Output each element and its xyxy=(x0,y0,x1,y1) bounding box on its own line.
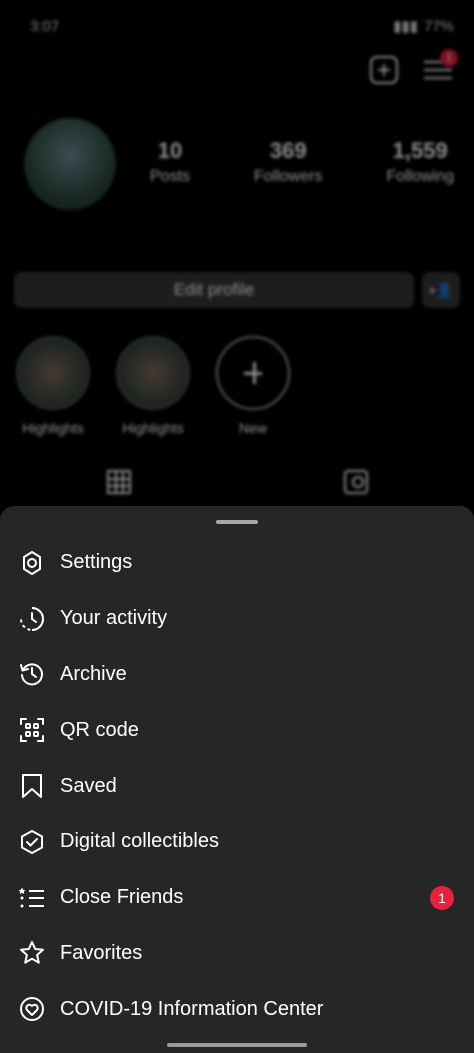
status-bar: 3:07 ▮▮▮ 77% xyxy=(30,14,454,38)
new-highlight-button[interactable]: New xyxy=(214,336,292,436)
stat-followers[interactable]: 369 Followers xyxy=(254,138,322,186)
plus-icon xyxy=(216,336,290,410)
menu-notification-badge: 1 xyxy=(440,49,458,67)
highlight-label: Highlights xyxy=(122,420,184,436)
system-nav-handle[interactable] xyxy=(167,1043,307,1047)
heart-circle-icon xyxy=(18,995,46,1023)
menu-icon[interactable]: 1 xyxy=(424,49,458,81)
highlight-cover xyxy=(16,336,90,410)
bookmark-icon xyxy=(18,772,46,800)
menu-item-label: Digital collectibles xyxy=(60,830,219,853)
menu-item-label: QR code xyxy=(60,718,139,741)
activity-icon xyxy=(18,605,46,633)
menu-item-label: Archive xyxy=(60,662,127,685)
menu-item-digital-collectibles[interactable]: Digital collectibles xyxy=(0,814,474,870)
profile-background: 3:07 ▮▮▮ 77% 1 10 Posts 369 Followers 1,… xyxy=(0,0,474,520)
bottom-sheet: Settings Your activity Archive QR code S… xyxy=(0,506,474,1053)
sheet-handle[interactable] xyxy=(216,520,258,524)
highlight-item[interactable]: Highlights xyxy=(114,336,192,436)
menu-item-settings[interactable]: Settings xyxy=(0,535,474,591)
status-time: 3:07 xyxy=(30,17,60,35)
menu-item-label: Saved xyxy=(60,774,117,797)
menu-item-label: Favorites xyxy=(60,941,143,964)
new-highlight-label: New xyxy=(238,420,267,436)
menu-item-favorites[interactable]: Favorites xyxy=(0,926,474,982)
menu-item-saved[interactable]: Saved xyxy=(0,758,474,814)
highlight-cover xyxy=(116,336,190,410)
menu-item-label: Close Friends xyxy=(60,886,184,909)
grid-icon[interactable] xyxy=(106,470,131,494)
avatar[interactable] xyxy=(24,118,116,210)
following-count: 1,559 xyxy=(392,138,448,163)
shield-check-icon xyxy=(18,828,46,856)
add-person-icon[interactable]: +👤 xyxy=(422,272,460,308)
menu-item-label: Your activity xyxy=(60,607,168,630)
stat-following[interactable]: 1,559 Following xyxy=(386,138,454,186)
highlight-item[interactable]: Highlights xyxy=(14,336,92,436)
list-stars-icon xyxy=(18,884,46,912)
menu-item-qr-code[interactable]: QR code xyxy=(0,702,474,758)
tagged-icon[interactable] xyxy=(343,470,368,494)
battery-level: 77% xyxy=(423,17,454,35)
qr-code-icon xyxy=(18,716,46,744)
edit-profile-button[interactable]: Edit profile xyxy=(14,272,414,308)
menu-item-close-friends[interactable]: Close Friends 1 xyxy=(0,870,474,926)
signal-icon: ▮▮▮ xyxy=(393,18,418,35)
highlight-label: Highlights xyxy=(22,420,84,436)
menu-item-covid-info[interactable]: COVID-19 Information Center xyxy=(0,981,474,1037)
menu-list: Settings Your activity Archive QR code S… xyxy=(0,535,474,1037)
create-post-icon[interactable] xyxy=(370,56,398,84)
menu-item-label: COVID-19 Information Center xyxy=(60,997,324,1020)
menu-item-your-activity[interactable]: Your activity xyxy=(0,591,474,647)
posts-count: 10 xyxy=(157,138,183,163)
followers-count: 369 xyxy=(269,138,307,163)
star-icon xyxy=(18,939,46,967)
close-friends-badge: 1 xyxy=(430,885,454,910)
menu-item-archive[interactable]: Archive xyxy=(0,647,474,703)
posts-label: Posts xyxy=(150,168,191,185)
gear-icon xyxy=(18,549,46,577)
archive-icon xyxy=(18,660,46,688)
followers-label: Followers xyxy=(253,168,323,185)
following-label: Following xyxy=(386,168,454,185)
stat-posts[interactable]: 10 Posts xyxy=(150,138,190,186)
menu-item-label: Settings xyxy=(60,551,133,574)
